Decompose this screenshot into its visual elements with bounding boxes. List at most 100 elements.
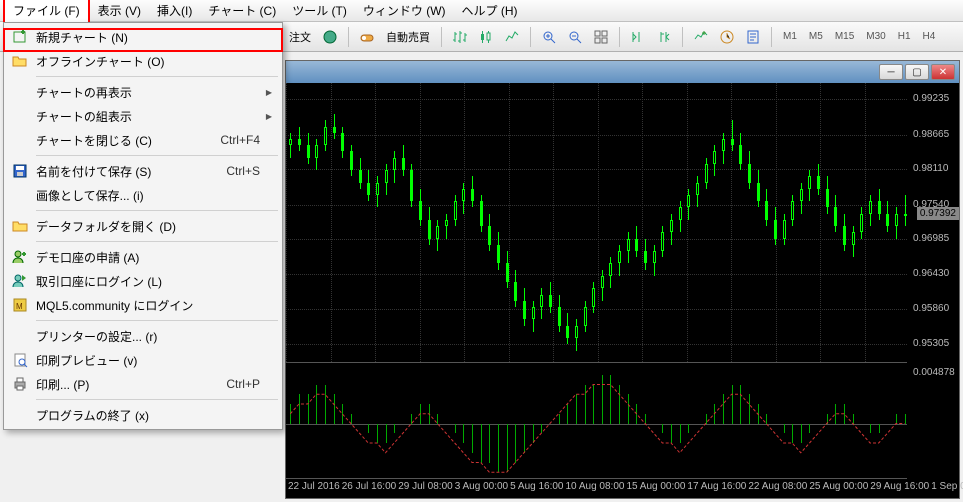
time-axis: 22 Jul 201626 Jul 16:0029 Jul 08:003 Aug… [286,478,907,498]
menu-help[interactable]: ヘルプ (H) [454,0,526,22]
menu-item[interactable]: チャートを閉じる (C) Ctrl+F4 [6,128,280,152]
candle-chart-icon[interactable] [475,26,497,48]
time-tick: 26 Jul 16:00 [340,479,397,498]
zoom-in-icon[interactable] [538,26,560,48]
menu-item[interactable]: オフラインチャート (O) [6,49,280,73]
print-icon [11,375,29,393]
template-icon[interactable] [742,26,764,48]
menu-chart[interactable]: チャート (C) [200,0,284,22]
order-label-fragment: 注文 [285,29,315,45]
time-tick: 1 Sep 08:00 [929,479,963,498]
time-tick: 29 Aug 16:00 [868,479,929,498]
indicator-axis: 0.004878 [907,365,959,478]
line-chart-icon[interactable] [501,26,523,48]
menu-tools[interactable]: ツール (T) [284,0,355,22]
login-icon [11,272,29,290]
time-tick: 15 Aug 00:00 [624,479,685,498]
autotrade-label[interactable]: 自動売買 [382,29,434,45]
price-tick: 0.95305 [913,338,949,349]
menu-item-label: デモ口座の申請 (A) [36,249,139,266]
time-tick: 25 Aug 00:00 [807,479,868,498]
price-tick: 0.95860 [913,303,949,314]
chart-body[interactable]: 0.992350.986650.981100.975400.969850.964… [286,83,959,498]
file-dropdown: 新規チャート (N) オフラインチャート (O) チャートの再表示チャートの組表示チ… [3,22,283,430]
period-h4[interactable]: H4 [919,31,940,42]
save-icon [11,162,29,180]
menu-item-label: オフラインチャート (O) [36,53,165,70]
shortcut-label: Ctrl+F4 [220,133,260,147]
time-tick: 17 Aug 16:00 [685,479,746,498]
menu-item[interactable]: M MQL5.community にログイン [6,293,280,317]
chart-titlebar: ─ ▢ ✕ [286,61,959,83]
period-m5[interactable]: M5 [805,31,827,42]
folder-open-icon [11,52,29,70]
menu-item-label: チャートを閉じる (C) [36,132,152,149]
menu-item-label: 画像として保存... (i) [36,187,144,204]
price-tick: 0.96430 [913,268,949,279]
time-tick: 10 Aug 08:00 [564,479,625,498]
time-tick: 3 Aug 00:00 [453,479,508,498]
menu-item-label: 印刷プレビュー (v) [36,352,137,369]
menu-item[interactable]: デモ口座の申請 (A) [6,245,280,269]
menu-item[interactable]: チャートの再表示 [6,80,280,104]
autotrade-icon[interactable] [356,26,378,48]
mql5-icon: M [11,296,29,314]
period-h1[interactable]: H1 [894,31,915,42]
periods-icon[interactable] [716,26,738,48]
price-tick: 0.98110 [913,163,948,174]
minimize-button[interactable]: ─ [879,64,903,80]
expert-advisor-icon[interactable] [319,26,341,48]
maximize-button[interactable]: ▢ [905,64,929,80]
menu-item[interactable]: 印刷プレビュー (v) [6,348,280,372]
period-m30[interactable]: M30 [862,31,889,42]
menu-item-label: チャートの組表示 [36,108,132,125]
menu-item-label: データフォルダを開く (D) [36,218,176,235]
menu-item-label: チャートの再表示 [36,84,132,101]
price-tick: 0.98665 [913,129,949,140]
menu-window[interactable]: ウィンドウ (W) [355,0,454,22]
shortcut-label: Ctrl+P [226,377,260,391]
svg-text:M: M [16,302,23,311]
close-button[interactable]: ✕ [931,64,955,80]
chart-window: ─ ▢ ✕ 0.992350.986650.981100.975400.9698… [285,60,960,499]
folder-icon [11,217,29,235]
time-tick: 22 Jul 2016 [286,479,340,498]
shift-icon[interactable] [653,26,675,48]
menubar: ファイル (F) 表示 (V) 挿入(I) チャート (C) ツール (T) ウ… [0,0,963,22]
menu-item-label: 新規チャート (N) [36,29,128,46]
indicator-icon[interactable] [690,26,712,48]
shortcut-label: Ctrl+S [226,164,260,178]
menu-item[interactable]: チャートの組表示 [6,104,280,128]
current-price-tag: 0.97392 [917,207,959,220]
menu-item[interactable]: データフォルダを開く (D) [6,214,280,238]
bar-chart-icon[interactable] [449,26,471,48]
zoom-out-icon[interactable] [564,26,586,48]
user-plus-icon [11,248,29,266]
price-tick: 0.99235 [913,93,949,104]
period-m1[interactable]: M1 [779,31,801,42]
time-tick: 29 Jul 08:00 [396,479,453,498]
menu-item[interactable]: プリンターの設定... (r) [6,324,280,348]
menu-item-label: 取引口座にログイン (L) [36,273,162,290]
new-chart-icon [11,28,29,46]
menu-insert[interactable]: 挿入(I) [149,0,200,22]
menu-item[interactable]: プログラムの終了 (x) [6,403,280,427]
menu-item[interactable]: 名前を付けて保存 (S) Ctrl+S [6,159,280,183]
menu-item[interactable]: 印刷... (P)Ctrl+P [6,372,280,396]
menu-file[interactable]: ファイル (F) [3,0,90,24]
price-chart[interactable] [286,83,907,363]
preview-icon [11,351,29,369]
menu-item[interactable]: 画像として保存... (i) [6,183,280,207]
price-axis: 0.992350.986650.981100.975400.969850.964… [907,83,959,363]
menu-item[interactable]: 取引口座にログイン (L) [6,269,280,293]
menu-view[interactable]: 表示 (V) [90,0,149,22]
menu-item-label: 名前を付けて保存 (S) [36,163,151,180]
menu-item[interactable]: 新規チャート (N) [6,25,280,49]
scroll-icon[interactable] [627,26,649,48]
menu-item-label: MQL5.community にログイン [36,297,193,314]
period-m15[interactable]: M15 [831,31,858,42]
price-tick: 0.96985 [913,233,949,244]
menu-item-label: プリンターの設定... (r) [36,328,157,345]
indicator-panel[interactable] [286,365,907,478]
arrange-icon[interactable] [590,26,612,48]
